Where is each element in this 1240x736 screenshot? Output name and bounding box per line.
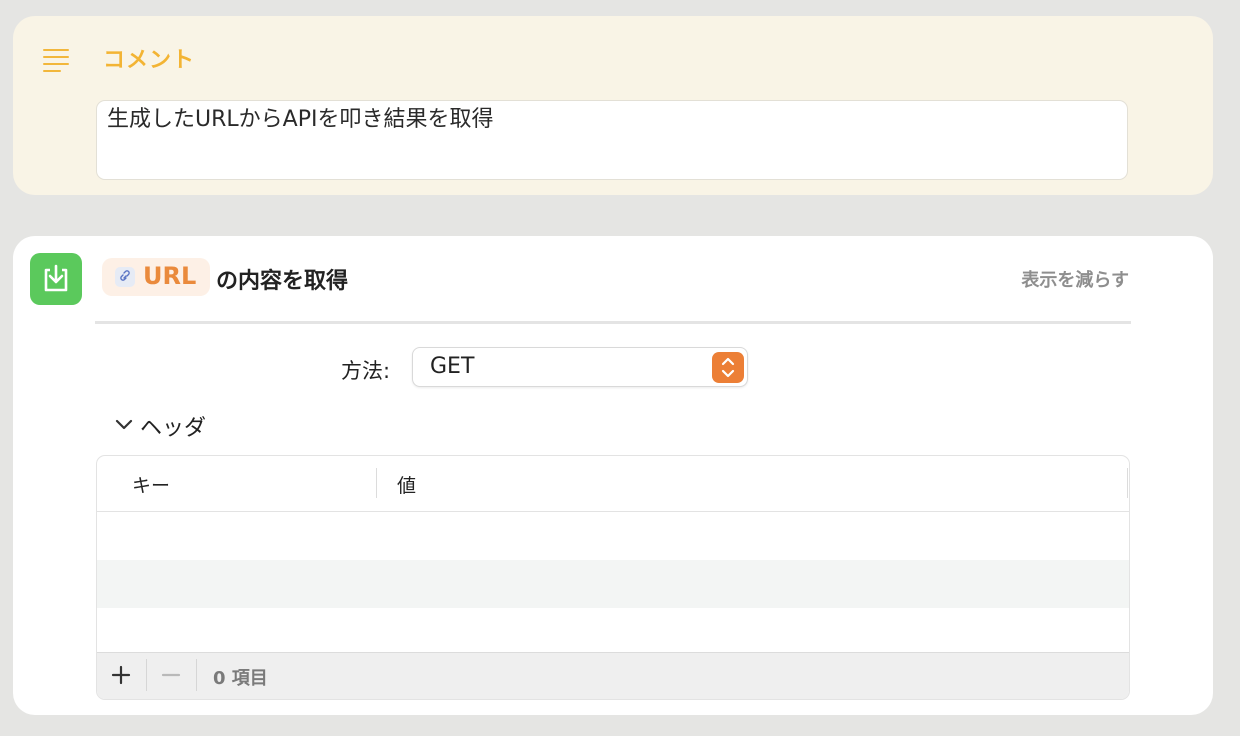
link-icon — [115, 267, 135, 287]
table-header: キー 値 — [97, 456, 1129, 512]
headers-table: キー 値 0 項目 — [96, 455, 1130, 700]
table-footer: 0 項目 — [97, 652, 1129, 699]
comment-card: コメント 生成したURLからAPIを叩き結果を取得 — [13, 16, 1213, 195]
download-icon — [30, 253, 82, 305]
action-title: の内容を取得 — [216, 269, 349, 294]
method-label: 方法: — [341, 359, 391, 383]
chevron-updown-icon[interactable] — [712, 352, 744, 383]
footer-divider — [196, 659, 197, 691]
get-contents-action-card: URL の内容を取得 表示を減らす 方法: GET ヘッダ キー 値 0 項目 — [13, 236, 1213, 715]
minus-icon[interactable] — [161, 665, 181, 685]
plus-icon[interactable] — [111, 665, 131, 685]
footer-divider — [146, 659, 147, 691]
divider — [95, 321, 1131, 324]
url-variable-token[interactable]: URL — [102, 258, 210, 296]
method-value: GET — [430, 354, 475, 379]
item-count: 0 項目 — [213, 668, 268, 689]
table-row[interactable] — [97, 512, 1129, 560]
table-row[interactable] — [97, 608, 1129, 656]
comment-text-field[interactable]: 生成したURLからAPIを叩き結果を取得 — [96, 100, 1128, 180]
column-header-value[interactable]: 値 — [397, 471, 416, 498]
chevron-down-icon — [115, 419, 133, 430]
column-divider — [1127, 468, 1128, 498]
text-lines-icon — [43, 49, 69, 72]
comment-title: コメント — [103, 48, 196, 73]
column-header-key[interactable]: キー — [132, 471, 170, 498]
method-select[interactable]: GET — [412, 347, 748, 387]
url-token-label: URL — [143, 262, 197, 290]
show-less-button[interactable]: 表示を減らす — [1021, 266, 1129, 292]
table-row[interactable] — [97, 560, 1129, 608]
column-divider[interactable] — [376, 468, 377, 498]
headers-label: ヘッダ — [140, 416, 207, 441]
